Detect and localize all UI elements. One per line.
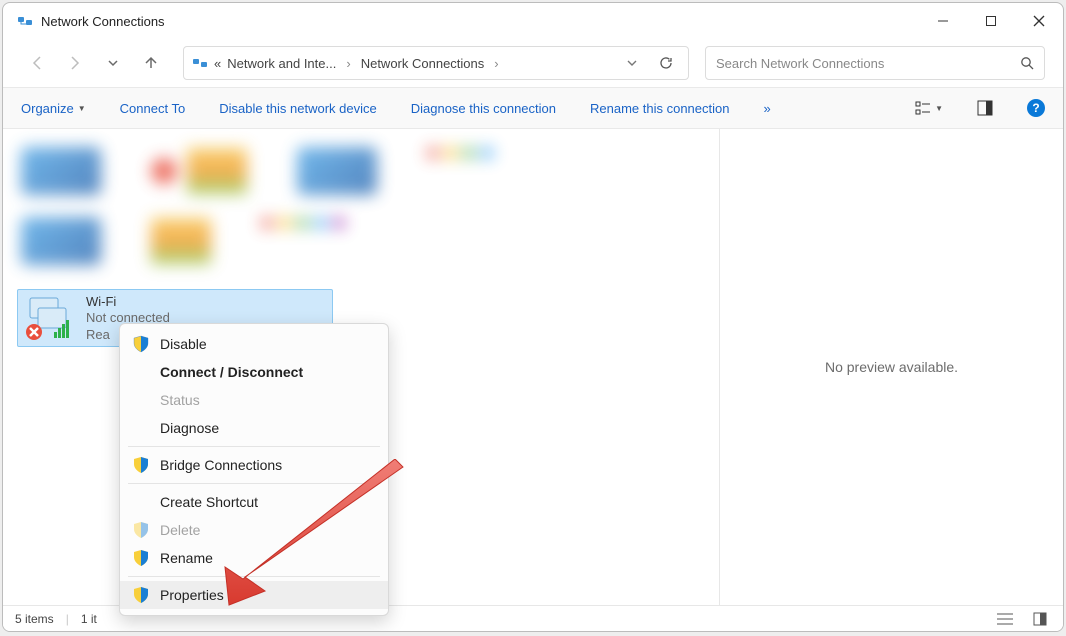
menu-separator <box>128 483 380 484</box>
titlebar: Network Connections <box>3 3 1063 39</box>
nav-row: « Network and Inte... › Network Connecti… <box>3 39 1063 87</box>
refresh-button[interactable] <box>652 56 680 70</box>
network-icon <box>192 55 208 71</box>
view-options-button[interactable]: ▼ <box>915 100 943 116</box>
search-input[interactable]: Search Network Connections <box>705 46 1045 80</box>
cmd-connect-to[interactable]: Connect To <box>120 101 186 116</box>
refresh-icon <box>659 56 673 70</box>
chevron-right-icon[interactable]: › <box>342 56 354 71</box>
list-view-icon <box>997 612 1013 626</box>
address-bar[interactable]: « Network and Inte... › Network Connecti… <box>183 46 689 80</box>
cmd-diagnose-label: Diagnose this connection <box>411 101 556 116</box>
cmd-overflow[interactable]: » <box>763 101 770 116</box>
command-bar: Organize ▼ Connect To Disable this netwo… <box>3 87 1063 129</box>
view-large-icons-button[interactable] <box>1029 612 1051 626</box>
chevron-down-icon <box>626 57 638 69</box>
cmd-rename[interactable]: Rename this connection <box>590 101 729 116</box>
status-item-count: 5 items <box>15 612 54 626</box>
content-pane[interactable]: Wi-Fi Not connected Rea Disable Connect … <box>3 129 719 605</box>
shield-icon <box>132 456 150 474</box>
window: Network Connections <box>2 2 1064 632</box>
maximize-icon <box>985 15 997 27</box>
main-area: Wi-Fi Not connected Rea Disable Connect … <box>3 129 1063 605</box>
arrow-right-icon <box>66 54 84 72</box>
cmd-rename-label: Rename this connection <box>590 101 729 116</box>
menu-separator <box>128 576 380 577</box>
breadcrumb-ellipsis: « <box>214 56 221 71</box>
shield-icon <box>132 335 150 353</box>
menu-properties-label: Properties <box>160 587 224 603</box>
minimize-icon <box>937 15 949 27</box>
cmd-organize-label: Organize <box>21 101 74 116</box>
shield-icon <box>132 586 150 604</box>
cmd-connect-to-label: Connect To <box>120 101 186 116</box>
window-controls <box>919 3 1063 39</box>
menu-status-label: Status <box>160 392 200 408</box>
menu-status: Status <box>120 386 388 414</box>
cmd-disable-device[interactable]: Disable this network device <box>219 101 377 116</box>
shield-icon <box>132 521 150 539</box>
view-details-button[interactable] <box>993 612 1017 626</box>
chevron-down-icon <box>106 56 120 70</box>
preview-pane: No preview available. <box>719 129 1063 605</box>
menu-rename[interactable]: Rename <box>120 544 388 572</box>
menu-create-shortcut-label: Create Shortcut <box>160 494 258 510</box>
menu-diagnose-label: Diagnose <box>160 420 219 436</box>
network-icon <box>17 13 33 29</box>
dropdown-icon: ▼ <box>78 104 86 113</box>
menu-delete-label: Delete <box>160 522 200 538</box>
cmd-organize[interactable]: Organize ▼ <box>21 101 86 116</box>
blurred-adapters <box>11 137 651 277</box>
preview-pane-button[interactable] <box>977 100 993 116</box>
cmd-diagnose[interactable]: Diagnose this connection <box>411 101 556 116</box>
window-title: Network Connections <box>41 14 165 29</box>
menu-disable[interactable]: Disable <box>120 330 388 358</box>
status-selected-count: 1 it <box>81 612 97 626</box>
chevron-right-icon[interactable]: › <box>490 56 502 71</box>
menu-create-shortcut[interactable]: Create Shortcut <box>120 488 388 516</box>
menu-diagnose[interactable]: Diagnose <box>120 414 388 442</box>
menu-delete: Delete <box>120 516 388 544</box>
menu-connect-disconnect-label: Connect / Disconnect <box>160 364 303 380</box>
close-button[interactable] <box>1015 3 1063 39</box>
menu-disable-label: Disable <box>160 336 207 352</box>
adapter-wifi-icon <box>24 294 76 342</box>
breadcrumb-seg-1[interactable]: Network and Inte... <box>227 56 336 71</box>
close-icon <box>1033 15 1045 27</box>
menu-properties[interactable]: Properties <box>120 581 388 609</box>
tiles-view-icon <box>1033 612 1047 626</box>
maximize-button[interactable] <box>967 3 1015 39</box>
help-button[interactable]: ? <box>1027 99 1045 117</box>
shield-icon <box>132 549 150 567</box>
view-options-icon <box>915 100 931 116</box>
menu-connect-disconnect[interactable]: Connect / Disconnect <box>120 358 388 386</box>
arrow-up-icon <box>142 54 160 72</box>
cmd-disable-device-label: Disable this network device <box>219 101 377 116</box>
arrow-left-icon <box>28 54 46 72</box>
breadcrumb-seg-2[interactable]: Network Connections <box>361 56 485 71</box>
dropdown-icon: ▼ <box>935 104 943 113</box>
address-dropdown-button[interactable] <box>618 57 646 69</box>
status-divider: | <box>66 612 69 626</box>
menu-separator <box>128 446 380 447</box>
search-placeholder: Search Network Connections <box>716 56 1020 71</box>
preview-text: No preview available. <box>825 359 958 375</box>
preview-pane-icon <box>977 100 993 116</box>
menu-bridge-label: Bridge Connections <box>160 457 282 473</box>
minimize-button[interactable] <box>919 3 967 39</box>
nav-recent-button[interactable] <box>97 47 129 79</box>
search-icon <box>1020 56 1034 70</box>
menu-bridge-connections[interactable]: Bridge Connections <box>120 451 388 479</box>
nav-back-button[interactable] <box>21 47 53 79</box>
context-menu: Disable Connect / Disconnect Status Diag… <box>119 323 389 616</box>
nav-up-button[interactable] <box>135 47 167 79</box>
menu-rename-label: Rename <box>160 550 213 566</box>
adapter-name: Wi-Fi <box>86 294 170 310</box>
nav-forward-button[interactable] <box>59 47 91 79</box>
